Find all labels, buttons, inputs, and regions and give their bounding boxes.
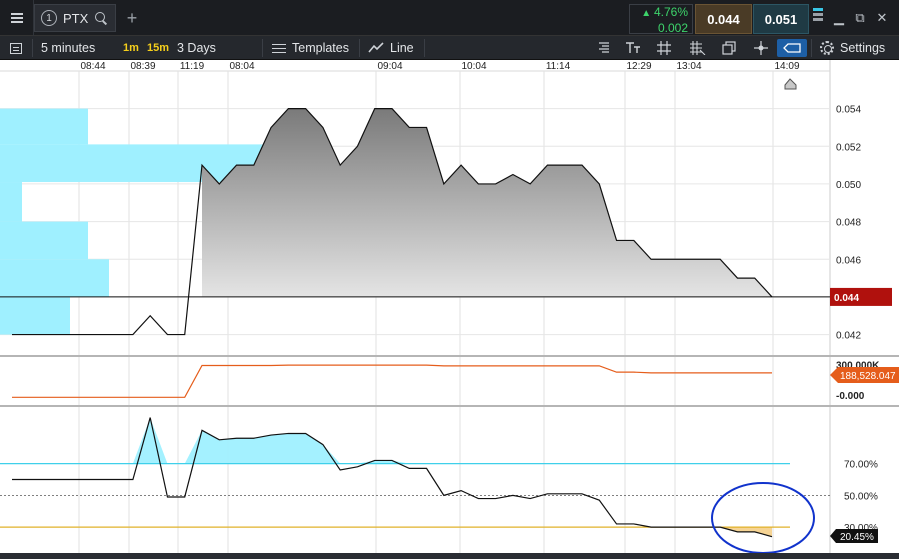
- current-rsi-label: 20.45%: [840, 532, 874, 543]
- text-tool-icon[interactable]: [622, 39, 644, 57]
- change-absolute: 0.002: [657, 21, 688, 35]
- latest-time-marker: [784, 78, 797, 90]
- volume-line: [12, 364, 772, 398]
- order-book-depth-bar: [0, 259, 109, 297]
- close-icon[interactable]: ✕: [874, 10, 890, 26]
- sell-price-button[interactable]: 0.044: [695, 4, 752, 34]
- volume-panel: 300.000K100.000K-0.000 188,528.047: [12, 357, 899, 406]
- settings-button[interactable]: Settings: [820, 36, 885, 60]
- time-label: 10:04: [461, 61, 486, 72]
- current-rsi-tag: 20.45%: [830, 529, 878, 543]
- time-label: 08:04: [229, 61, 254, 72]
- chart-type-button[interactable]: Line: [368, 36, 414, 60]
- order-book-depth-bar: [0, 296, 70, 335]
- top-bar: 1 PTX + 4.76% 0.002 0.044 0.051 ▁ ⧉ ✕: [0, 0, 899, 36]
- bottom-strip: [0, 553, 899, 559]
- line-chart-icon: [368, 42, 384, 53]
- add-tab-button[interactable]: +: [120, 0, 144, 36]
- chart-canvas[interactable]: 08:44 08:39 11:19 08:04 09:04 10:04 11:14 12:29…: [0, 60, 899, 553]
- symbol-tab[interactable]: 1 PTX: [34, 4, 116, 32]
- chart-type-label: Line: [390, 41, 414, 55]
- price-tick-label: 0.050: [836, 180, 861, 191]
- time-label: 14:09: [774, 61, 799, 72]
- market-depth-icon[interactable]: [813, 8, 823, 28]
- order-book-depth-bar: [0, 182, 22, 222]
- price-tick-label: 0.048: [836, 218, 861, 229]
- hamburger-menu-icon[interactable]: [0, 0, 34, 36]
- change-percent: 4.76%: [630, 5, 688, 21]
- settings-label: Settings: [840, 41, 886, 55]
- price-tick-label: 0.052: [836, 142, 861, 153]
- order-book-depth-bar: [0, 221, 88, 260]
- buy-price-button[interactable]: 0.051: [753, 4, 809, 34]
- gear-icon: [820, 41, 834, 55]
- rsi-panel: 70.00%50.00%30.00% 20.45%: [0, 407, 878, 553]
- price-tick-label: 0.042: [836, 331, 861, 342]
- rsi-tick-label: 50.00%: [844, 491, 878, 502]
- current-price-label: 0.044: [834, 293, 859, 304]
- rsi-tick-label: 70.00%: [844, 460, 878, 471]
- time-axis: 08:44 08:39 11:19 08:04 09:04 10:04 11:14 12:29…: [80, 61, 799, 72]
- chart-toolbar: 5 minutes 1m 15m 3 Days Templates Line S…: [0, 36, 899, 60]
- crosshair-icon[interactable]: [750, 39, 772, 57]
- popout-icon[interactable]: ⧉: [852, 10, 868, 26]
- timeframe-15m-button[interactable]: 15m: [147, 36, 169, 60]
- fibonacci-icon[interactable]: [687, 39, 709, 57]
- order-book-depth-bar: [0, 108, 88, 145]
- copy-icon[interactable]: [718, 39, 740, 57]
- volume-tick-label: -0.000: [836, 391, 865, 402]
- range-select[interactable]: 3 Days: [177, 36, 216, 60]
- time-label: 13:04: [676, 61, 701, 72]
- price-tick-label: 0.046: [836, 255, 861, 266]
- symbol-label: PTX: [63, 10, 89, 26]
- price-area-fill: [202, 108, 772, 344]
- grid-icon[interactable]: [653, 39, 675, 57]
- price-tag-icon[interactable]: [777, 39, 807, 57]
- templates-button[interactable]: Templates: [272, 36, 349, 60]
- timeframe-1m-button[interactable]: 1m: [123, 36, 139, 60]
- time-label: 12:29: [626, 61, 651, 72]
- period-select[interactable]: 5 minutes: [41, 36, 95, 60]
- templates-label: Templates: [292, 41, 349, 55]
- annotation-circle: [711, 482, 815, 553]
- time-label: 08:44: [80, 61, 105, 72]
- tab-number-badge: 1: [41, 10, 57, 26]
- time-label: 11:14: [546, 61, 571, 72]
- time-label: 09:04: [377, 61, 402, 72]
- price-tick-label: 0.054: [836, 105, 861, 116]
- align-right-icon[interactable]: [592, 39, 614, 57]
- price-change-box: 4.76% 0.002: [629, 4, 693, 35]
- templates-icon: [272, 43, 286, 54]
- rsi-overbought-fill: [132, 417, 410, 464]
- current-volume-label: 188,528.047: [840, 371, 896, 382]
- search-icon[interactable]: [94, 11, 108, 25]
- time-label: 11:19: [180, 61, 205, 72]
- rsi-line: [12, 417, 773, 538]
- current-volume-tag: 188,528.047: [830, 367, 899, 383]
- minimize-icon[interactable]: ▁: [831, 10, 847, 26]
- time-label: 08:39: [130, 61, 155, 72]
- list-icon[interactable]: [10, 36, 24, 60]
- current-price-tag: 0.044: [830, 287, 892, 306]
- price-panel: 0.0540.0520.0500.0480.0460.0440.042 0.04…: [0, 71, 892, 356]
